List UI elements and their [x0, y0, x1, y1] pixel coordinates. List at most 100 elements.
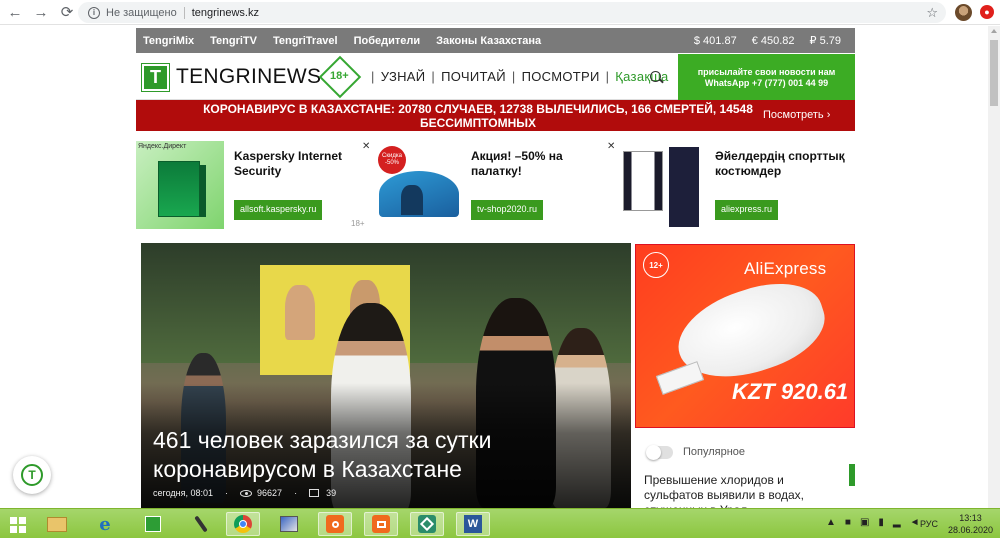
search-icon[interactable] [650, 71, 661, 82]
ad-title[interactable]: Kaspersky Internet Security [234, 149, 364, 179]
whatsapp-line-1: присылайте свои новости нам [697, 67, 836, 77]
popular-toggle[interactable] [646, 445, 673, 460]
info-icon[interactable]: i [88, 6, 100, 19]
tray-keyboard-icon[interactable]: ▣ [860, 517, 869, 528]
ad-kaspersky[interactable]: Яндекс.Директ Kaspersky Internet Securit… [136, 141, 376, 229]
alert-view-label: Посмотреть [763, 109, 824, 121]
popular-accent-bar [849, 464, 855, 486]
aliexpress-logo: AliExpress [744, 259, 827, 278]
nav-divider: | [605, 69, 610, 84]
omnibox-divider [183, 6, 185, 19]
floating-logo-button[interactable]: T [13, 456, 51, 494]
ad-title[interactable]: Әйелдердің спорттық костюмдер [715, 149, 855, 179]
featured-article[interactable]: 461 человек заразился за сутки коронавир… [141, 243, 631, 508]
input-language[interactable]: РУС [920, 519, 938, 529]
scrollbar-thumb[interactable] [990, 40, 998, 106]
rate-rub[interactable]: ₽ 5.79 [810, 34, 841, 47]
whatsapp-banner[interactable]: присылайте свои новости нам WhatsApp +7 … [678, 54, 855, 100]
forward-icon[interactable]: → [30, 1, 52, 23]
rate-usd[interactable]: $ 401.87 [694, 35, 737, 47]
ad-button[interactable]: aliexpress.ru [715, 200, 779, 220]
site-logo[interactable]: TENGRINEWS [176, 65, 321, 89]
nav-item-learn[interactable]: УЗНАЙ [381, 69, 426, 84]
nav-divider: | [511, 69, 516, 84]
alert-view-link[interactable]: Посмотреть › [763, 109, 830, 121]
coronavirus-alert-banner[interactable]: КОРОНАВИРУС В КАЗАХСТАНЕ: 20780 СЛУЧАЕВ,… [136, 100, 855, 131]
eye-icon [240, 489, 253, 497]
screen-recorder-icon[interactable] [318, 512, 352, 536]
internet-explorer-icon[interactable]: e [88, 512, 122, 536]
tray-volume-icon[interactable]: ◄ [910, 517, 920, 528]
meta-divider: · [294, 488, 298, 498]
logo-mark-icon[interactable]: T [141, 63, 170, 92]
rate-eur[interactable]: € 450.82 [752, 35, 795, 47]
ad-strip: Яндекс.Директ Kaspersky Internet Securit… [136, 141, 855, 229]
topnav-link-tengrimix[interactable]: TengriMix [143, 35, 194, 47]
editor-icon[interactable] [272, 512, 306, 536]
article-comments[interactable]: 39 [326, 488, 336, 498]
tray-battery-icon[interactable]: ▮ [878, 517, 884, 528]
alert-text: КОРОНАВИРУС В КАЗАХСТАНЕ: 20780 СЛУЧАЕВ,… [203, 102, 753, 130]
address-bar[interactable]: i Не защищено tengrinews.kz ☆ [78, 2, 946, 23]
url-text[interactable]: tengrinews.kz [192, 7, 259, 19]
top-navigation: TengriMix TengriTV TengriTravel Победите… [136, 28, 855, 53]
security-status: Не защищено [106, 6, 177, 19]
comment-icon[interactable] [309, 489, 320, 497]
word-icon[interactable]: W [456, 512, 490, 536]
store-icon[interactable] [136, 512, 170, 536]
system-tray: ▲ ■ ▣ ▮ ▂ ◄ [826, 517, 920, 528]
tray-network-icon[interactable]: ▂ [893, 517, 901, 528]
microphone-icon[interactable] [184, 512, 218, 536]
shield-app-icon[interactable] [410, 512, 444, 536]
article-views: 96627 [257, 488, 283, 498]
article-headline[interactable]: 461 человек заразился за сутки коронавир… [153, 426, 623, 484]
ad-age-label: 18+ [351, 219, 365, 228]
ad-button[interactable]: tv-shop2020.ru [471, 200, 544, 220]
ad-tent[interactable]: Скидка -50% Акция! –50% на палатку! tv-s… [351, 141, 615, 229]
ad-button[interactable]: allsoft.kaspersky.ru [234, 200, 323, 220]
main-navigation: | УЗНАЙ | ПОЧИТАЙ | ПОСМОТРИ | Қазақша [365, 69, 669, 84]
chevron-right-icon: › [826, 109, 831, 121]
topnav-link-tengritravel[interactable]: TengriTravel [273, 35, 338, 47]
camera-app-icon[interactable] [364, 512, 398, 536]
aliexpress-ad[interactable]: 12+ AliExpress KZT 920.61 [635, 244, 855, 428]
bookmark-star-icon[interactable]: ☆ [926, 5, 938, 21]
reload-icon[interactable]: ⟳ [56, 1, 78, 23]
close-icon[interactable]: ✕ [607, 141, 615, 152]
topnav-link-tengritv[interactable]: TengriTV [210, 35, 257, 47]
topnav-link-laws[interactable]: Законы Казахстана [436, 35, 541, 47]
nav-item-read[interactable]: ПОЧИТАЙ [441, 69, 506, 84]
windows-taskbar: e W ▲ ■ ▣ ▮ ▂ ◄ РУС 13:13 28.06.2020 [0, 508, 1000, 538]
whatsapp-line-2: WhatsApp +7 (777) 001 44 99 [704, 78, 829, 88]
topnav-link-winners[interactable]: Победители [354, 35, 421, 47]
extension-icon[interactable]: ● [980, 5, 994, 19]
ad-price: KZT 920.61 [732, 379, 849, 404]
windows-start-icon[interactable] [10, 517, 26, 533]
kaspersky-box-image [136, 141, 224, 229]
tray-expand-icon[interactable]: ▲ [826, 517, 836, 528]
ad-age-badge: 12+ [643, 252, 669, 278]
file-explorer-icon[interactable] [40, 512, 74, 536]
nav-item-watch[interactable]: ПОСМОТРИ [522, 69, 600, 84]
chrome-icon[interactable] [226, 512, 260, 536]
site-header: T TENGRINEWS 18+ | УЗНАЙ | ПОЧИТАЙ | ПОС… [136, 54, 855, 100]
meta-divider: · [225, 488, 229, 498]
tray-app-icon[interactable]: ■ [845, 517, 851, 528]
nav-divider: | [431, 69, 436, 84]
system-clock[interactable]: 13:13 28.06.2020 [948, 512, 993, 536]
popular-label: Популярное [683, 446, 746, 458]
close-icon[interactable]: ✕ [362, 141, 370, 152]
clock-date: 28.06.2020 [948, 525, 994, 535]
ad-title[interactable]: Акция! –50% на палатку! [471, 149, 601, 179]
ad-sport-suit[interactable]: Әйелдердің спорттық костюмдер aliexpress… [617, 141, 857, 229]
scroll-up-arrow-icon[interactable] [991, 29, 997, 33]
age-rating-text: 18+ [330, 70, 349, 82]
yandex-direct-label[interactable]: Яндекс.Директ [138, 143, 186, 150]
nav-divider: | [371, 69, 375, 84]
clock-time: 13:13 [959, 513, 982, 523]
tengri-logo-icon: T [21, 464, 43, 486]
back-icon[interactable]: ← [4, 1, 26, 23]
usb-receiver-image [655, 361, 705, 395]
sport-suit-image [617, 141, 705, 229]
profile-avatar[interactable] [955, 4, 972, 21]
